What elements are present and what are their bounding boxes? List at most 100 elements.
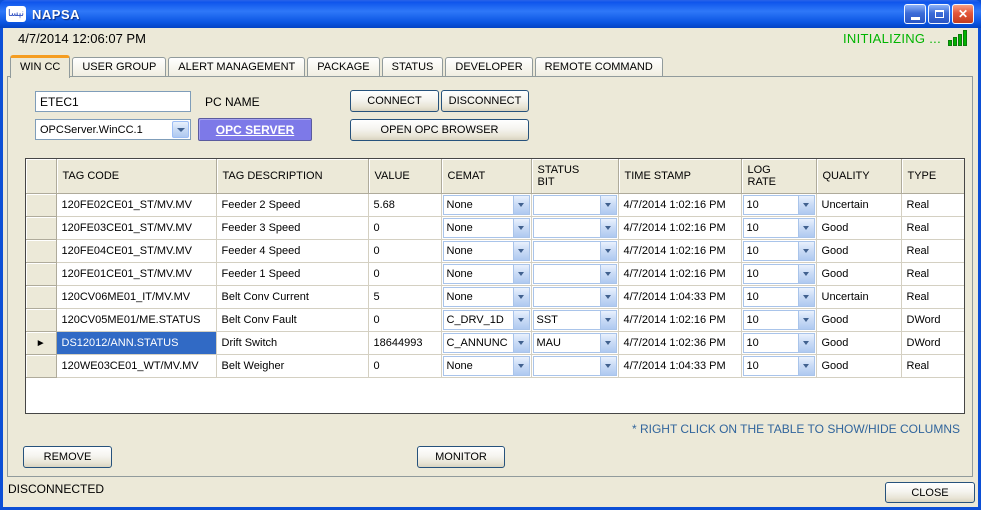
chevron-down-icon[interactable] bbox=[513, 311, 529, 329]
cell-type[interactable]: Real bbox=[901, 239, 964, 262]
cell-tag-code[interactable]: 120FE04CE01_ST/MV.MV bbox=[56, 239, 216, 262]
cell-tag-code[interactable]: 120CV05ME01/ME.STATUS bbox=[56, 308, 216, 331]
cell-tag-code[interactable]: DS12012/ANN.STATUS bbox=[56, 331, 216, 354]
log-rate-dropdown[interactable]: 10 bbox=[743, 287, 815, 307]
cell-time-stamp[interactable]: 4/7/2014 1:02:16 PM bbox=[618, 308, 741, 331]
cell-tag-description[interactable]: Belt Conv Fault bbox=[216, 308, 368, 331]
monitor-button[interactable]: MONITOR bbox=[417, 446, 505, 468]
remove-button[interactable]: REMOVE bbox=[23, 446, 112, 468]
chevron-down-icon[interactable] bbox=[798, 357, 814, 375]
cell-value[interactable]: 0 bbox=[368, 308, 441, 331]
cell-quality[interactable]: Good bbox=[816, 354, 901, 377]
disconnect-button[interactable]: DISCONNECT bbox=[441, 90, 529, 112]
tab-developer[interactable]: DEVELOPER bbox=[445, 57, 532, 76]
cell-log-rate[interactable]: 10 bbox=[741, 193, 816, 216]
status-bit-dropdown[interactable]: SST bbox=[533, 310, 617, 330]
tab-alert-management[interactable]: ALERT MANAGEMENT bbox=[168, 57, 305, 76]
status-bit-dropdown[interactable] bbox=[533, 287, 617, 307]
cell-value[interactable]: 18644993 bbox=[368, 331, 441, 354]
chevron-down-icon[interactable] bbox=[798, 288, 814, 306]
chevron-down-icon[interactable] bbox=[172, 121, 189, 138]
cell-value[interactable]: 5.68 bbox=[368, 193, 441, 216]
close-button[interactable]: CLOSE bbox=[885, 482, 975, 503]
tag-table[interactable]: TAG CODETAG DESCRIPTIONVALUECEMATSTATUS … bbox=[26, 159, 965, 378]
cell-quality[interactable]: Good bbox=[816, 331, 901, 354]
status-bit-dropdown[interactable] bbox=[533, 218, 617, 238]
cell-value[interactable]: 0 bbox=[368, 216, 441, 239]
row-selector[interactable] bbox=[26, 216, 56, 239]
chevron-down-icon[interactable] bbox=[798, 242, 814, 260]
chevron-down-icon[interactable] bbox=[513, 334, 529, 352]
tag-table-container[interactable]: TAG CODETAG DESCRIPTIONVALUECEMATSTATUS … bbox=[25, 158, 965, 414]
chevron-down-icon[interactable] bbox=[798, 219, 814, 237]
log-rate-dropdown[interactable]: 10 bbox=[743, 310, 815, 330]
cell-log-rate[interactable]: 10 bbox=[741, 216, 816, 239]
cemat-dropdown[interactable]: None bbox=[443, 218, 530, 238]
cemat-dropdown[interactable]: None bbox=[443, 195, 530, 215]
log-rate-dropdown[interactable]: 10 bbox=[743, 241, 815, 261]
chevron-down-icon[interactable] bbox=[600, 357, 616, 375]
status-bit-dropdown[interactable] bbox=[533, 264, 617, 284]
minimize-button[interactable] bbox=[904, 4, 926, 24]
chevron-down-icon[interactable] bbox=[513, 357, 529, 375]
chevron-down-icon[interactable] bbox=[513, 288, 529, 306]
log-rate-dropdown[interactable]: 10 bbox=[743, 264, 815, 284]
cemat-dropdown[interactable]: C_ANNUNC bbox=[443, 333, 530, 353]
cell-cemat[interactable]: None bbox=[441, 262, 531, 285]
row-selector[interactable]: ► bbox=[26, 331, 56, 354]
chevron-down-icon[interactable] bbox=[798, 196, 814, 214]
cell-tag-code[interactable]: 120FE03CE01_ST/MV.MV bbox=[56, 216, 216, 239]
cell-status-bit[interactable] bbox=[531, 216, 618, 239]
cell-status-bit[interactable] bbox=[531, 262, 618, 285]
cell-tag-description[interactable]: Feeder 1 Speed bbox=[216, 262, 368, 285]
cell-status-bit[interactable]: SST bbox=[531, 308, 618, 331]
column-header[interactable] bbox=[26, 159, 56, 193]
chevron-down-icon[interactable] bbox=[513, 219, 529, 237]
cell-tag-code[interactable]: 120WE03CE01_WT/MV.MV bbox=[56, 354, 216, 377]
tab-win-cc[interactable]: WIN CC bbox=[10, 55, 70, 78]
chevron-down-icon[interactable] bbox=[513, 242, 529, 260]
cell-type[interactable]: Real bbox=[901, 262, 964, 285]
column-header[interactable]: CEMAT bbox=[441, 159, 531, 193]
cell-time-stamp[interactable]: 4/7/2014 1:02:16 PM bbox=[618, 262, 741, 285]
cell-tag-description[interactable]: Feeder 4 Speed bbox=[216, 239, 368, 262]
cell-type[interactable]: DWord bbox=[901, 308, 964, 331]
cell-tag-description[interactable]: Belt Conv Current bbox=[216, 285, 368, 308]
chevron-down-icon[interactable] bbox=[600, 219, 616, 237]
cell-type[interactable]: Real bbox=[901, 193, 964, 216]
chevron-down-icon[interactable] bbox=[513, 265, 529, 283]
title-bar[interactable]: نپسا NAPSA ✕ bbox=[0, 0, 981, 28]
cell-type[interactable]: Real bbox=[901, 285, 964, 308]
cell-status-bit[interactable] bbox=[531, 239, 618, 262]
cell-tag-description[interactable]: Drift Switch bbox=[216, 331, 368, 354]
cell-type[interactable]: Real bbox=[901, 354, 964, 377]
cell-log-rate[interactable]: 10 bbox=[741, 331, 816, 354]
status-bit-dropdown[interactable]: MAU bbox=[533, 333, 617, 353]
log-rate-dropdown[interactable]: 10 bbox=[743, 218, 815, 238]
cell-log-rate[interactable]: 10 bbox=[741, 262, 816, 285]
connect-button[interactable]: CONNECT bbox=[350, 90, 439, 112]
cemat-dropdown[interactable]: None bbox=[443, 241, 530, 261]
cemat-dropdown[interactable]: C_DRV_1D bbox=[443, 310, 530, 330]
cell-time-stamp[interactable]: 4/7/2014 1:02:16 PM bbox=[618, 216, 741, 239]
chevron-down-icon[interactable] bbox=[798, 265, 814, 283]
chevron-down-icon[interactable] bbox=[600, 288, 616, 306]
cell-status-bit[interactable] bbox=[531, 354, 618, 377]
status-bit-dropdown[interactable] bbox=[533, 241, 617, 261]
cell-quality[interactable]: Good bbox=[816, 262, 901, 285]
cell-status-bit[interactable]: MAU bbox=[531, 331, 618, 354]
cell-log-rate[interactable]: 10 bbox=[741, 239, 816, 262]
cell-cemat[interactable]: C_ANNUNC bbox=[441, 331, 531, 354]
cemat-dropdown[interactable]: None bbox=[443, 264, 530, 284]
cell-tag-description[interactable]: Feeder 2 Speed bbox=[216, 193, 368, 216]
status-bit-dropdown[interactable] bbox=[533, 195, 617, 215]
row-selector[interactable] bbox=[26, 285, 56, 308]
row-selector[interactable] bbox=[26, 354, 56, 377]
cell-time-stamp[interactable]: 4/7/2014 1:02:16 PM bbox=[618, 239, 741, 262]
column-header[interactable]: QUALITY bbox=[816, 159, 901, 193]
chevron-down-icon[interactable] bbox=[600, 334, 616, 352]
cell-cemat[interactable]: None bbox=[441, 285, 531, 308]
column-header[interactable]: TAG CODE bbox=[56, 159, 216, 193]
tab-status[interactable]: STATUS bbox=[382, 57, 444, 76]
cell-value[interactable]: 0 bbox=[368, 262, 441, 285]
